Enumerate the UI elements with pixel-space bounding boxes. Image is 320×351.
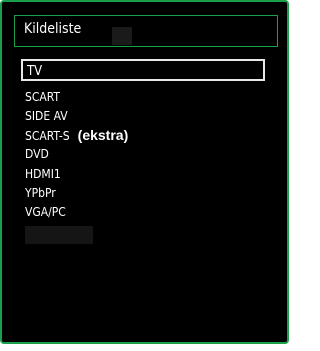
source-item-hdmi1[interactable]: HDMI1 [25,165,270,183]
source-label: TV [27,64,43,79]
source-list-panel: Kildeliste TV SCART SIDE AV SCART-S (ekst… [0,0,289,344]
source-item-scart[interactable]: SCART [25,88,270,106]
panel-title: Kildeliste [24,21,82,37]
extra-tag: (ekstra) [77,127,129,144]
source-item-dvd[interactable]: DVD [25,145,270,163]
source-label: HDMI1 [25,166,61,181]
panel-header: Kildeliste [14,15,278,47]
source-list: TV SCART SIDE AV SCART-S (ekstra) DVD HDM… [21,59,270,244]
source-label: SCART [25,90,60,104]
title-redaction-block [112,27,132,45]
source-item-ypbpr[interactable]: YPbPr [25,184,270,202]
source-item-side-av[interactable]: SIDE AV [25,107,270,125]
blank-source-slot [25,225,93,244]
source-label: YPbPr [25,185,56,200]
source-item-scart-s[interactable]: SCART-S (ekstra) [25,126,270,144]
source-label: DVD [25,147,49,162]
source-label: SIDE AV [25,109,68,124]
source-item-vga-pc[interactable]: VGA/PC [25,203,270,221]
source-label: VGA/PC [25,204,66,219]
source-label: SCART-S [25,129,70,144]
source-item-tv[interactable]: TV [21,59,265,81]
